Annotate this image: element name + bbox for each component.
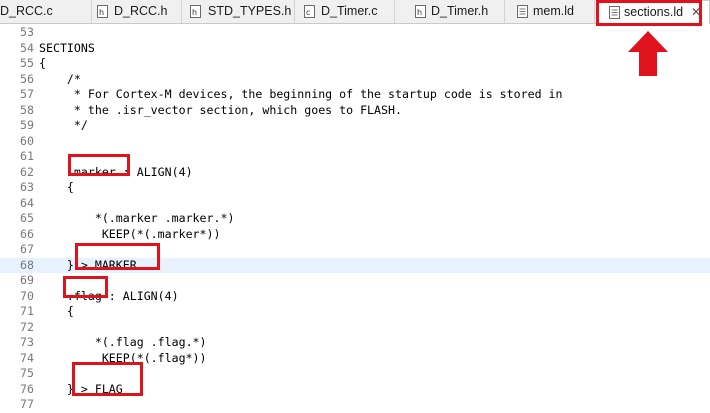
code-text: *(.marker .marker.*) — [39, 211, 235, 225]
code-line[interactable]: 60 — [0, 134, 710, 150]
code-line[interactable]: 66 KEEP(*(.marker*)) — [0, 227, 710, 243]
code-line[interactable]: 53 — [0, 25, 710, 41]
code-line[interactable]: 58 * the .isr_vector section, which goes… — [0, 103, 710, 119]
text-file-icon — [517, 5, 528, 18]
code-line[interactable]: 71 { — [0, 304, 710, 320]
svg-text:h: h — [192, 8, 197, 17]
code-editor[interactable]: 53 54 SECTIONS 55{56 /* 57 * For Cortex-M de… — [0, 24, 710, 411]
code-line[interactable]: 54 SECTIONS — [0, 41, 710, 57]
tab-std-types-h[interactable]: h STD_TYPES.h — [182, 0, 295, 23]
h-file-icon: h — [97, 5, 108, 18]
code-text: *(.flag .flag.*) — [39, 335, 207, 349]
line-number: 62 — [20, 164, 34, 179]
code-text: { — [39, 180, 74, 194]
line-number: 72 — [20, 319, 34, 334]
code-text: KEEP(*(.marker*)) — [39, 226, 221, 241]
tab-d-timer-c[interactable]: c D_Timer.c — [295, 0, 395, 23]
tab-d-rcc-c[interactable]: D_RCC.c — [0, 0, 92, 23]
code-line[interactable]: 64 — [0, 196, 710, 212]
line-number: 77 — [20, 397, 34, 411]
tab-label: mem.ld — [533, 4, 574, 18]
line-number: 56 — [20, 71, 34, 86]
code-line[interactable]: 72 — [0, 320, 710, 336]
tab-d-timer-h[interactable]: h D_Timer.h — [395, 0, 505, 23]
code-text: * For Cortex-M devices, the beginning of… — [39, 87, 563, 101]
svg-text:c: c — [306, 8, 310, 17]
tab-label: D_Timer.c — [321, 4, 378, 18]
code-text: */ — [39, 118, 88, 132]
line-number: 76 — [20, 381, 34, 396]
line-number: 63 — [20, 180, 34, 194]
highlight-box-active-tab — [596, 0, 702, 26]
line-number: 64 — [20, 195, 34, 210]
line-number: 65 — [20, 211, 34, 225]
svg-text:h: h — [99, 8, 104, 17]
tab-label: D_Timer.h — [431, 4, 489, 18]
line-number: 58 — [20, 102, 34, 117]
line-number: 70 — [20, 288, 34, 303]
tab-label: D_RCC.c — [0, 4, 53, 18]
code-line[interactable]: 77 — [0, 397, 710, 413]
code-line[interactable]: 63 { — [0, 180, 710, 196]
code-text: /* — [39, 71, 81, 86]
line-number: 67 — [20, 242, 34, 256]
highlight-box-flag-region — [72, 362, 143, 396]
line-number: 59 — [20, 118, 34, 132]
line-number: 55 — [20, 56, 34, 70]
h-file-icon: h — [415, 5, 426, 18]
code-text: { — [39, 56, 46, 70]
line-number: 53 — [20, 25, 34, 39]
line-number: 60 — [20, 133, 34, 148]
code-line[interactable]: 57 * For Cortex-M devices, the beginning… — [0, 87, 710, 103]
code-line[interactable]: 56 /* — [0, 72, 710, 88]
tab-label: D_RCC.h — [114, 4, 168, 18]
svg-text:h: h — [417, 8, 422, 17]
tab-label: STD_TYPES.h — [208, 4, 292, 18]
code-line[interactable]: 55 { — [0, 56, 710, 72]
arrow-up-icon — [628, 31, 668, 76]
line-number: 75 — [20, 366, 34, 380]
line-number: 71 — [20, 304, 34, 318]
line-number: 69 — [20, 273, 34, 287]
tab-mem-ld[interactable]: mem.ld — [505, 0, 595, 23]
line-number: 54 — [20, 40, 34, 55]
line-number: 61 — [20, 149, 34, 163]
tab-d-rcc-h[interactable]: h D_RCC.h — [92, 0, 182, 23]
line-number: 66 — [20, 226, 34, 241]
highlight-box-flag-section — [63, 276, 108, 298]
code-text: * the .isr_vector section, which goes to… — [39, 102, 402, 117]
line-number: 73 — [20, 335, 34, 349]
line-number: 74 — [20, 350, 34, 365]
line-number: 68 — [20, 257, 34, 272]
c-file-icon: c — [304, 5, 315, 18]
line-number: 57 — [20, 87, 34, 101]
code-text: .flag : ALIGN(4) — [39, 288, 179, 303]
code-line[interactable]: 65 *(.marker .marker.*) — [0, 211, 710, 227]
code-line[interactable]: 59 */ — [0, 118, 710, 134]
code-text: { — [39, 304, 74, 318]
highlight-box-marker-region — [75, 243, 160, 270]
highlight-box-marker-section — [68, 154, 130, 176]
code-text: SECTIONS — [39, 40, 95, 55]
h-file-icon: h — [190, 5, 201, 18]
code-line[interactable]: 73 *(.flag .flag.*) — [0, 335, 710, 351]
